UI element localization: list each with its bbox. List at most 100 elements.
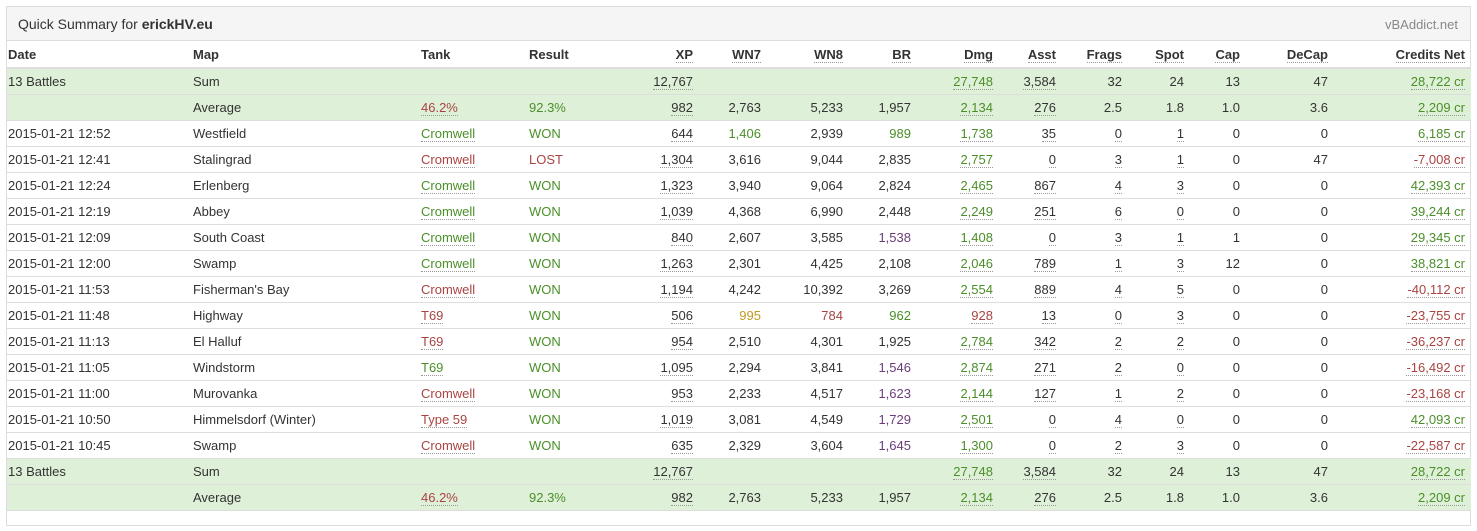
summary-average-row-bottom: Average 46.2% 92.3% 982 2,763 5,233 1,957 2,134… [7, 484, 1471, 511]
cell-spot: 5 [1128, 276, 1190, 303]
cell-decap: 0 [1246, 250, 1334, 277]
column-header-date[interactable]: Date [7, 41, 192, 69]
cell-asst: 3,584 [999, 68, 1062, 95]
cell-date: 2015-01-21 12:19 [7, 198, 192, 225]
cell-dmg: 928 [917, 302, 999, 329]
table-header-row: Date Map Tank Result XP WN7 WN8 BR Dmg Asst Frags S… [7, 41, 1471, 69]
cell-map: Sum [192, 68, 420, 95]
cell-tank: T69 [420, 302, 528, 329]
cell-decap: 0 [1246, 224, 1334, 251]
table-row: 2015-01-21 12:52 Westfield Cromwell WON 644 1… [7, 120, 1471, 147]
column-header-xp[interactable]: XP [626, 41, 699, 69]
cell-xp: 635 [626, 432, 699, 459]
cell-wn8: 9,044 [767, 146, 849, 173]
column-header-map[interactable]: Map [192, 41, 420, 69]
cell-wn7: 3,616 [699, 146, 767, 173]
cell-tank: Type 59 [420, 406, 528, 433]
cell-cap: 1.0 [1190, 94, 1246, 121]
cell-frags: 4 [1062, 172, 1128, 199]
cell-tank [420, 68, 528, 95]
cell-wn7 [699, 68, 767, 95]
column-header-dmg[interactable]: Dmg [917, 41, 999, 69]
table-row: 2015-01-21 11:00 Murovanka Cromwell WON 953 2… [7, 380, 1471, 407]
cell-frags: 2 [1062, 328, 1128, 355]
cell-br: 2,448 [849, 198, 917, 225]
cell-cap: 0 [1190, 198, 1246, 225]
column-header-wn7[interactable]: WN7 [699, 41, 767, 69]
cell-credits: -7,008 cr [1334, 146, 1471, 173]
cell-br: 1,925 [849, 328, 917, 355]
cell-result [528, 68, 626, 95]
cell-wn7: 995 [699, 302, 767, 329]
cell-credits: -23,168 cr [1334, 380, 1471, 407]
column-header-tank[interactable]: Tank [420, 41, 528, 69]
player-name[interactable]: erickHV.eu [142, 16, 213, 32]
cell-spot: 1.8 [1128, 94, 1190, 121]
table-row: 2015-01-21 11:05 Windstorm T69 WON 1,095 2,29… [7, 354, 1471, 381]
cell-spot: 3 [1128, 432, 1190, 459]
column-header-spot[interactable]: Spot [1128, 41, 1190, 69]
cell-credits: 42,393 cr [1334, 172, 1471, 199]
cell-cap: 0 [1190, 406, 1246, 433]
cell-br: 962 [849, 302, 917, 329]
cell-spot: 24 [1128, 458, 1190, 485]
cell-xp: 982 [626, 484, 699, 511]
cell-date: 2015-01-21 10:45 [7, 432, 192, 459]
column-header-decap[interactable]: DeCap [1246, 41, 1334, 69]
cell-decap: 0 [1246, 406, 1334, 433]
cell-dmg: 1,738 [917, 120, 999, 147]
summary-average-row: Average 46.2% 92.3% 982 2,763 5,233 1,957 2,134… [7, 94, 1471, 121]
column-header-asst[interactable]: Asst [999, 41, 1062, 69]
cell-wn8: 784 [767, 302, 849, 329]
cell-dmg: 2,874 [917, 354, 999, 381]
column-header-cap[interactable]: Cap [1190, 41, 1246, 69]
cell-frags: 2 [1062, 432, 1128, 459]
cell-spot: 0 [1128, 198, 1190, 225]
brand-link[interactable]: vBAddict.net [1385, 17, 1458, 32]
cell-cap: 0 [1190, 354, 1246, 381]
cell-date: 13 Battles [7, 458, 192, 485]
cell-result: WON [528, 250, 626, 277]
cell-tank [420, 458, 528, 485]
cell-asst: 251 [999, 198, 1062, 225]
cell-wn7: 2,233 [699, 380, 767, 407]
cell-asst: 276 [999, 484, 1062, 511]
cell-dmg: 2,501 [917, 406, 999, 433]
cell-asst: 0 [999, 406, 1062, 433]
cell-frags: 0 [1062, 120, 1128, 147]
cell-br: 2,835 [849, 146, 917, 173]
cell-tank: Cromwell [420, 172, 528, 199]
cell-result: WON [528, 120, 626, 147]
cell-tank: 46.2% [420, 484, 528, 511]
cell-frags: 32 [1062, 68, 1128, 95]
cell-date: 2015-01-21 11:05 [7, 354, 192, 381]
cell-cap: 0 [1190, 328, 1246, 355]
column-header-credits[interactable]: Credits Net [1334, 41, 1471, 69]
cell-spot: 0 [1128, 406, 1190, 433]
column-header-br[interactable]: BR [849, 41, 917, 69]
cell-spot: 2 [1128, 380, 1190, 407]
cell-asst: 13 [999, 302, 1062, 329]
cell-cap: 0 [1190, 276, 1246, 303]
cell-credits: -23,755 cr [1334, 302, 1471, 329]
cell-result: WON [528, 328, 626, 355]
column-header-wn8[interactable]: WN8 [767, 41, 849, 69]
cell-date: 2015-01-21 11:13 [7, 328, 192, 355]
cell-tank: Cromwell [420, 380, 528, 407]
cell-wn8: 9,064 [767, 172, 849, 199]
table-row: 2015-01-21 12:09 South Coast Cromwell WON 84… [7, 224, 1471, 251]
cell-result: WON [528, 198, 626, 225]
cell-map: El Halluf [192, 328, 420, 355]
cell-wn7: 3,940 [699, 172, 767, 199]
cell-br: 1,538 [849, 224, 917, 251]
column-header-result[interactable]: Result [528, 41, 626, 69]
column-header-frags[interactable]: Frags [1062, 41, 1128, 69]
cell-map: Westfield [192, 120, 420, 147]
cell-frags: 1 [1062, 250, 1128, 277]
cell-xp: 12,767 [626, 458, 699, 485]
cell-spot: 24 [1128, 68, 1190, 95]
cell-map: Windstorm [192, 354, 420, 381]
cell-map: Stalingrad [192, 146, 420, 173]
cell-credits: 39,244 cr [1334, 198, 1471, 225]
cell-decap: 3.6 [1246, 484, 1334, 511]
